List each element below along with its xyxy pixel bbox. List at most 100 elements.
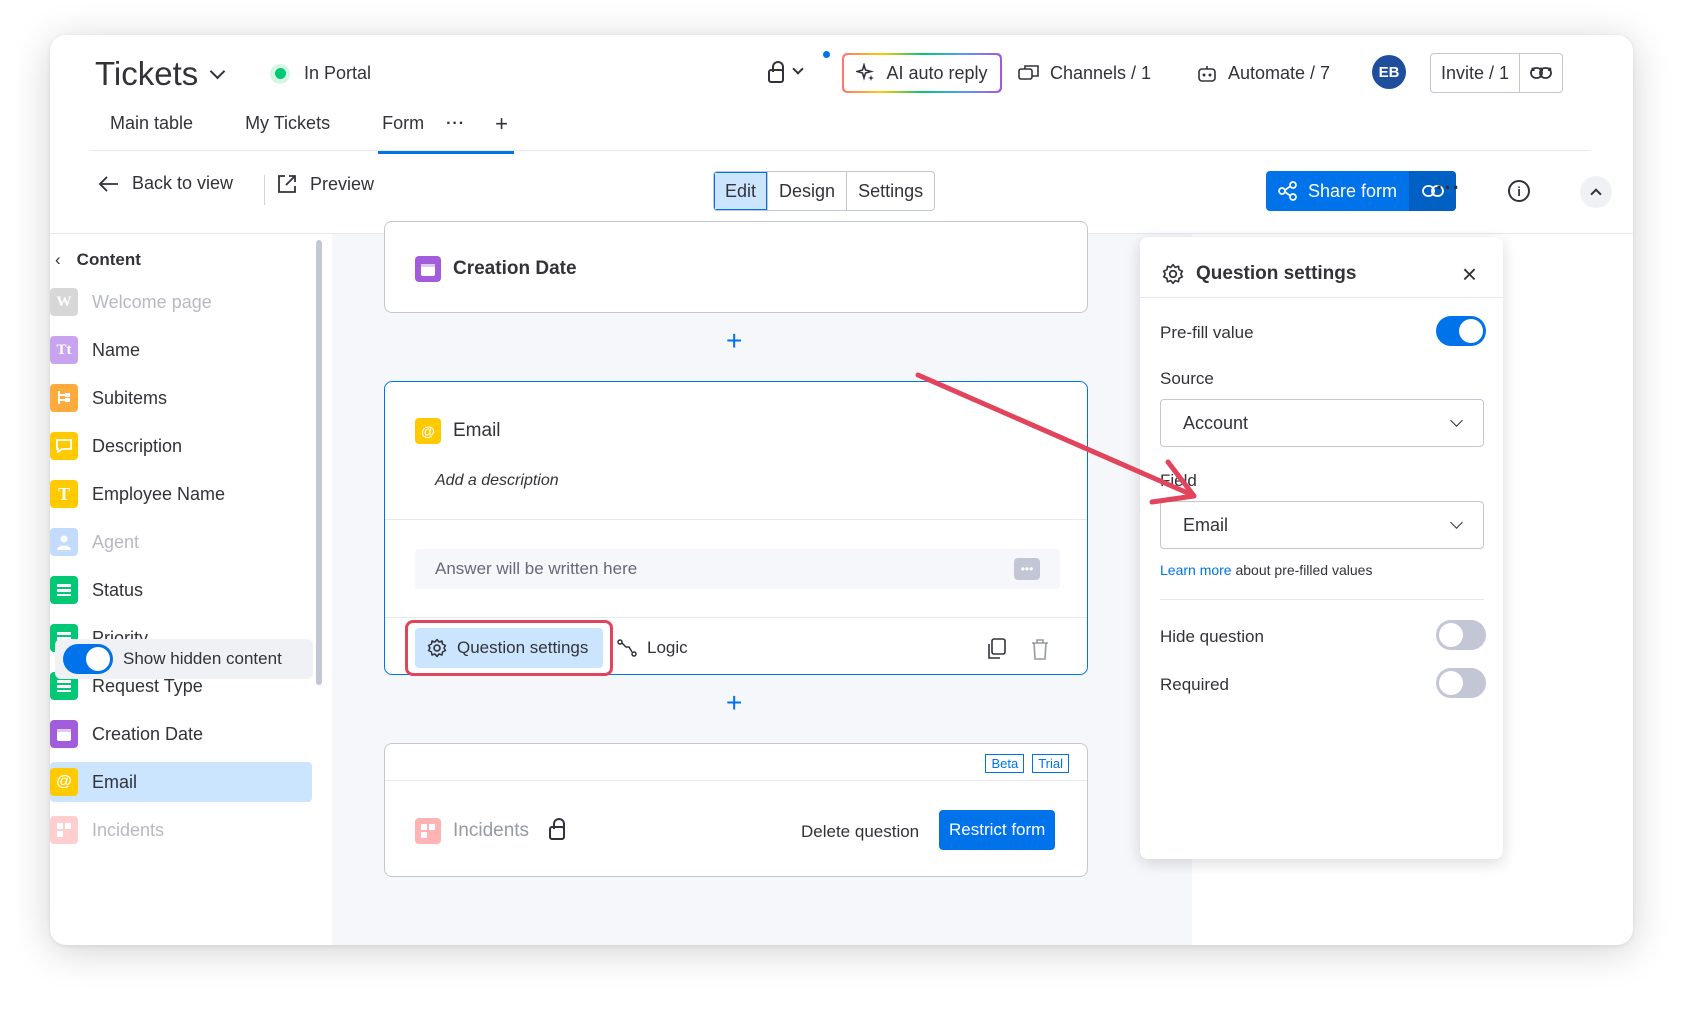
at-sign-icon: @ xyxy=(415,418,441,444)
toolbar-more-icon[interactable]: ··· xyxy=(1436,175,1461,201)
question-card-email[interactable]: @ Email Add a description Answer will be… xyxy=(384,381,1088,676)
hide-question-toggle[interactable] xyxy=(1436,620,1486,650)
trash-icon[interactable] xyxy=(1030,638,1050,660)
channels-icon xyxy=(1018,64,1039,80)
tab-my-tickets[interactable]: My Tickets xyxy=(245,107,330,140)
password-dots-icon: ••• xyxy=(1014,558,1040,580)
preview-button[interactable]: Preview xyxy=(276,173,374,195)
sidebar-item-agent[interactable]: Agent xyxy=(50,522,312,562)
sidebar-item-creation-date[interactable]: Creation Date xyxy=(50,714,312,754)
welcome-page-icon: W xyxy=(50,288,78,316)
channels-label: Channels / 1 xyxy=(1050,63,1152,83)
duplicate-icon[interactable] xyxy=(987,638,1007,660)
sidebar-item-status[interactable]: Status xyxy=(50,570,312,610)
avatar[interactable]: EB xyxy=(1372,55,1406,89)
show-hidden-content-label: Show hidden content xyxy=(123,649,282,668)
sidebar-item-welcome-page[interactable]: W Welcome page xyxy=(50,282,312,322)
panel-divider xyxy=(1160,599,1484,600)
gear-icon xyxy=(1162,263,1184,285)
sidebar-item-incidents[interactable]: Incidents xyxy=(50,810,312,850)
content-heading[interactable]: ‹ Content xyxy=(55,250,141,270)
collapse-header-button[interactable] xyxy=(1580,176,1612,208)
email-answer-field[interactable]: Answer will be written here ••• xyxy=(415,549,1060,589)
sidebar-scrollbar[interactable] xyxy=(316,240,322,685)
tabs-divider xyxy=(90,150,1590,151)
mode-settings[interactable]: Settings xyxy=(846,172,934,210)
status-icon xyxy=(50,576,78,604)
sidebar-item-employee-name[interactable]: T Employee Name xyxy=(50,474,312,514)
share-form-button[interactable]: Share form xyxy=(1266,171,1457,211)
show-hidden-content-toggle[interactable] xyxy=(63,644,113,674)
hide-question-label: Hide question xyxy=(1160,627,1264,646)
share-form-label: Share form xyxy=(1308,180,1398,201)
question-card-creation-date[interactable]: Creation Date xyxy=(384,221,1088,313)
source-select[interactable]: Account xyxy=(1160,399,1484,447)
add-question-icon[interactable]: + xyxy=(726,325,742,357)
content-heading-label: Content xyxy=(76,250,141,269)
email-answer-placeholder: Answer will be written here xyxy=(435,559,638,578)
sidebar-item-label: Agent xyxy=(92,531,140,552)
mode-edit[interactable]: Edit xyxy=(714,172,768,210)
question-description[interactable]: Add a description xyxy=(435,472,559,490)
channels-button[interactable]: Channels / 1 xyxy=(1018,63,1151,84)
beta-badge: Beta xyxy=(985,754,1025,773)
tab-main-table[interactable]: Main table xyxy=(110,107,193,140)
preview-label: Preview xyxy=(310,173,375,194)
portal-status[interactable]: In Portal xyxy=(270,63,371,84)
question-title[interactable]: Email xyxy=(453,420,501,442)
restrict-form-button[interactable]: Restrict form xyxy=(939,810,1056,850)
content-sidebar: ‹ Content W Welcome page Tt Name Subitem… xyxy=(50,234,332,945)
board-title[interactable]: Tickets xyxy=(95,55,226,93)
card-divider xyxy=(385,519,1087,520)
notification-dot xyxy=(823,51,830,58)
sparkle-icon xyxy=(856,63,875,81)
question-card-incidents[interactable]: Beta Trial Incidents Delete question Res… xyxy=(384,743,1088,877)
sidebar-item-label: Description xyxy=(92,435,183,456)
prefill-toggle[interactable] xyxy=(1436,316,1486,346)
chevron-down-icon xyxy=(1450,515,1463,529)
learn-more-link[interactable]: Learn more xyxy=(1160,562,1232,578)
sidebar-item-description[interactable]: Description xyxy=(50,426,312,466)
question-title: Creation Date xyxy=(453,258,577,279)
trial-badge: Trial xyxy=(1032,754,1069,773)
sidebar-item-label: Incidents xyxy=(92,819,165,840)
robot-icon xyxy=(1198,65,1216,82)
tab-more-icon[interactable]: ··· xyxy=(446,115,465,133)
add-view-icon[interactable]: + xyxy=(495,111,508,137)
field-label: Field xyxy=(1160,471,1197,490)
back-to-view-button[interactable]: Back to view xyxy=(98,173,233,194)
more-options-icon[interactable]: ··· xyxy=(1530,57,1555,83)
chevron-down-icon[interactable] xyxy=(210,63,226,79)
subitems-icon xyxy=(50,384,78,412)
automate-button[interactable]: Automate / 7 xyxy=(1196,63,1330,84)
logic-icon xyxy=(617,639,637,657)
sidebar-item-name[interactable]: Tt Name xyxy=(50,330,312,370)
delete-question-button[interactable]: Delete question xyxy=(801,822,919,842)
required-toggle[interactable] xyxy=(1436,668,1486,698)
close-icon[interactable]: × xyxy=(1462,259,1477,290)
question-settings-button[interactable]: Question settings xyxy=(415,628,603,668)
field-select[interactable]: Email xyxy=(1160,501,1484,549)
sidebar-item-label: Creation Date xyxy=(92,723,204,744)
sidebar-item-email[interactable]: @ Email xyxy=(50,762,312,802)
text-icon: Tt xyxy=(50,336,78,364)
tab-form[interactable]: Form xyxy=(378,107,515,154)
sidebar-item-label: Status xyxy=(92,579,144,600)
logic-button[interactable]: Logic xyxy=(617,638,688,658)
add-question-icon[interactable]: + xyxy=(726,687,742,719)
share-icon xyxy=(1278,181,1297,201)
panel-divider xyxy=(1140,297,1503,298)
board-icon xyxy=(415,818,441,844)
ai-auto-reply-button[interactable]: AI auto reply xyxy=(842,53,1002,93)
show-hidden-content-toggle-row[interactable]: Show hidden content xyxy=(55,639,313,679)
board-icon xyxy=(50,816,78,844)
source-label: Source xyxy=(1160,369,1214,388)
ai-auto-reply-label: AI auto reply xyxy=(886,62,988,83)
mode-design[interactable]: Design xyxy=(767,172,846,210)
lock-menu[interactable] xyxy=(768,61,804,83)
sidebar-item-subitems[interactable]: Subitems xyxy=(50,378,312,418)
calendar-icon xyxy=(415,256,441,282)
info-icon[interactable]: i xyxy=(1508,180,1530,202)
learn-more-text: Learn more about pre-filled values xyxy=(1160,562,1372,578)
status-dot-icon xyxy=(270,63,290,84)
